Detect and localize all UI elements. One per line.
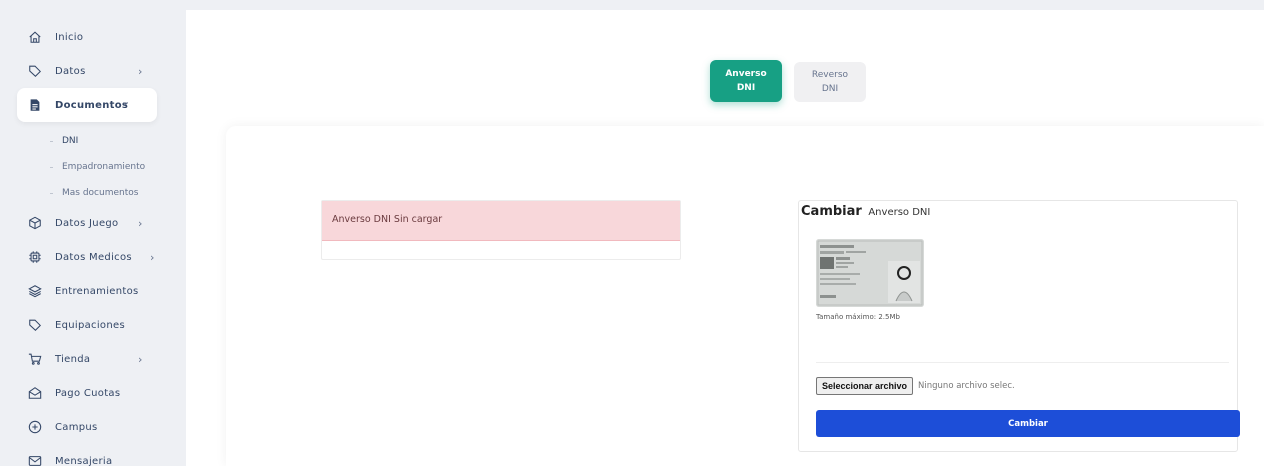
main-panel: Anverso DNI Reverso DNI Anverso DNI Sin …	[186, 10, 1264, 466]
sidebar-item-equipaciones[interactable]: Equipaciones	[0, 308, 172, 342]
sidebar-subitem-empadronamiento[interactable]: Empadronamiento	[0, 154, 172, 180]
cart-icon	[28, 352, 42, 366]
tab-label-line1: Reverso	[811, 70, 849, 80]
tab-reverso-dni[interactable]: Reverso DNI	[794, 62, 866, 102]
sidebar-item-tienda[interactable]: Tienda ›	[0, 342, 172, 376]
sidebar-item-label: Entrenamientos	[55, 285, 139, 297]
file-input[interactable]: Seleccionar archivo Ninguno archivo sele…	[816, 377, 1015, 395]
sidebar-item-label: Datos	[55, 65, 86, 77]
sidebar-item-datos[interactable]: Datos ›	[0, 54, 172, 88]
sidebar-item-label: Datos Juego	[55, 217, 119, 229]
cube-icon	[28, 216, 42, 230]
mail-icon	[28, 454, 42, 466]
chevron-right-icon: ›	[138, 352, 143, 366]
sidebar-item-documentos[interactable]: Documentos ⌄	[17, 88, 157, 122]
layers-icon	[28, 284, 42, 298]
chevron-right-icon: ›	[138, 64, 143, 78]
tag-icon	[28, 64, 42, 78]
status-panel: Anverso DNI Sin cargar	[321, 200, 681, 260]
chip-icon	[28, 250, 42, 264]
envelope-open-icon	[28, 386, 42, 400]
sidebar-item-mensajeria[interactable]: Mensajeria	[0, 444, 172, 466]
sidebar-item-datos-juego[interactable]: Datos Juego ›	[0, 206, 172, 240]
sidebar-item-label: Documentos	[55, 99, 129, 111]
home-icon	[28, 30, 42, 44]
sidebar-item-label: Campus	[55, 421, 98, 433]
sidebar-item-entrenamientos[interactable]: Entrenamientos	[0, 274, 172, 308]
document-card: Anverso DNI Sin cargar Cambiar Anverso D…	[226, 126, 1264, 466]
tab-label-line2: DNI	[821, 84, 839, 94]
sidebar-item-campus[interactable]: Campus	[0, 410, 172, 444]
sidebar-item-label: Tienda	[55, 353, 91, 365]
cambiar-button[interactable]: Cambiar	[816, 410, 1240, 437]
upload-title-main: Cambiar	[801, 204, 862, 219]
status-alert: Anverso DNI Sin cargar	[322, 201, 680, 241]
sidebar-item-label: Pago Cuotas	[55, 387, 121, 399]
size-limit-note: Tamaño máximo: 2.5Mb	[816, 313, 900, 321]
sidebar-item-pago-cuotas[interactable]: Pago Cuotas	[0, 376, 172, 410]
chevron-right-icon: ›	[138, 216, 143, 230]
chevron-right-icon: ›	[150, 250, 155, 264]
upload-title: Cambiar Anverso DNI	[801, 204, 930, 219]
upload-title-sub: Anverso DNI	[868, 207, 931, 218]
file-status-text: Ninguno archivo selec.	[918, 381, 1015, 391]
compass-icon	[28, 420, 42, 434]
select-file-button[interactable]: Seleccionar archivo	[816, 377, 914, 395]
tab-anverso-dni[interactable]: Anverso DNI	[710, 60, 782, 102]
bullet-icon	[50, 167, 53, 168]
sidebar-item-label: Datos Medicos	[55, 251, 132, 263]
bullet-icon	[50, 141, 53, 142]
sidebar-item-label: Equipaciones	[55, 319, 125, 331]
tag-icon	[28, 318, 42, 332]
tab-label-line2: DNI	[736, 83, 756, 93]
sidebar-subitem-dni[interactable]: DNI	[0, 128, 172, 154]
divider	[816, 362, 1229, 363]
sidebar-subitem-label: Empadronamiento	[62, 162, 146, 172]
dni-preview-image	[816, 239, 924, 307]
sidebar-subitem-label: Mas documentos	[62, 188, 139, 198]
sidebar-subitem-mas-documentos[interactable]: Mas documentos	[0, 180, 172, 206]
chevron-down-icon: ⌄	[121, 95, 131, 108]
bullet-icon	[50, 193, 53, 194]
document-icon	[28, 98, 42, 112]
sidebar-item-label: Inicio	[55, 31, 84, 43]
sidebar-item-label: Mensajeria	[55, 455, 113, 466]
tab-label-line1: Anverso	[725, 69, 767, 79]
sidebar-item-inicio[interactable]: Inicio	[0, 20, 172, 54]
sidebar-subitem-label: DNI	[62, 136, 79, 146]
upload-panel: Cambiar Anverso DNI Tamaño máximo: 2.5Mb…	[798, 200, 1240, 452]
sidebar-item-datos-medicos[interactable]: Datos Medicos ›	[0, 240, 172, 274]
sidebar: Inicio Datos › Documentos ⌄ DNI Empadron…	[0, 0, 172, 466]
